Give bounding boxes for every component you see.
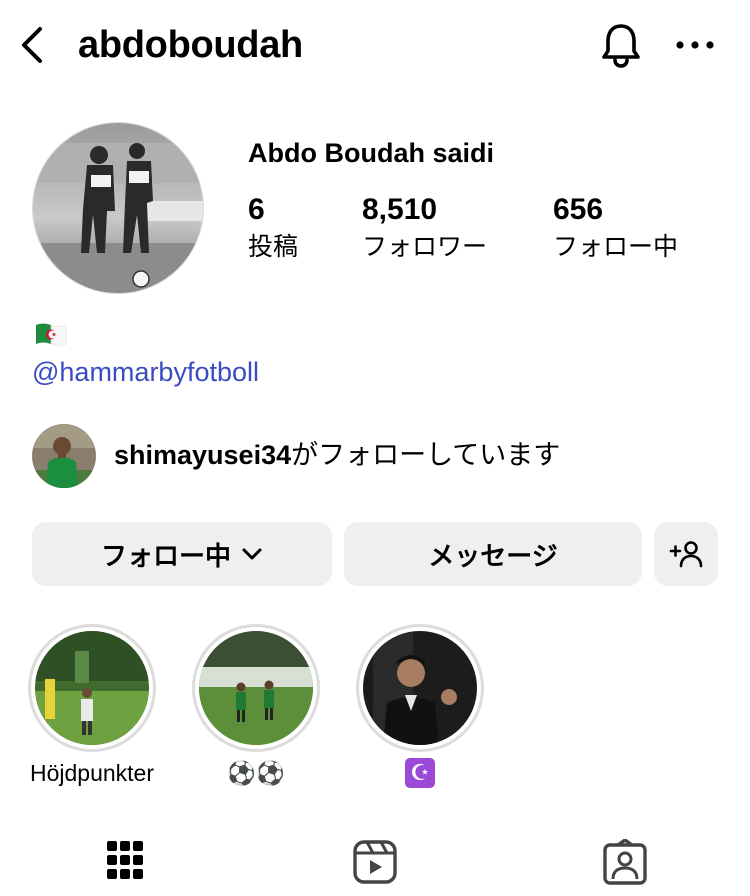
followers-count: 8,510 — [362, 193, 438, 226]
bell-icon — [602, 24, 640, 68]
mutual-follower-avatar[interactable] — [32, 424, 96, 488]
highlight-label: ⚽⚽ — [227, 760, 285, 786]
posts-label: 投稿 — [248, 233, 299, 261]
highlight-ring — [192, 624, 320, 752]
tab-reels[interactable] — [345, 832, 405, 892]
profile-avatar[interactable] — [32, 122, 204, 294]
chevron-down-icon — [242, 548, 262, 560]
mutual-follower-text[interactable]: shimayusei34がフォローしています — [114, 437, 560, 473]
tab-tagged[interactable] — [595, 832, 655, 892]
highlight-thumbnail — [35, 631, 149, 745]
following-label: フォロー中 — [553, 233, 679, 261]
following-dropdown-button[interactable]: フォロー中 — [32, 522, 332, 586]
highlight-thumbnail — [363, 631, 477, 745]
highlight-label: Höjdpunkter — [29, 760, 155, 786]
mutual-follower-username: shimayusei34 — [114, 440, 292, 470]
profile-full-name: Abdo Boudah saidi — [248, 138, 494, 168]
reels-icon — [353, 840, 397, 884]
tab-posts-grid[interactable] — [95, 832, 155, 892]
highlight-label: ☪ — [405, 758, 435, 788]
posts-stat[interactable]: 6 投稿 — [248, 192, 298, 264]
highlight-ring — [28, 624, 156, 752]
following-button-label: フォロー中 — [100, 540, 231, 571]
notifications-button[interactable] — [596, 20, 646, 70]
message-button-label: メッセージ — [428, 540, 558, 571]
following-stat[interactable]: 656 フォロー中 — [553, 192, 678, 264]
back-button[interactable] — [14, 24, 50, 66]
more-options-button[interactable] — [672, 24, 718, 66]
bio-mention-link[interactable]: @hammarbyfotboll — [32, 354, 259, 390]
chevron-left-icon — [22, 27, 42, 63]
more-horizontal-icon — [676, 41, 714, 49]
followers-stat[interactable]: 8,510 フォロワー — [362, 192, 487, 264]
tagged-person-icon — [603, 839, 647, 885]
suggested-users-button[interactable] — [654, 522, 718, 586]
add-user-icon — [669, 541, 703, 568]
profile-username: abdoboudah — [78, 24, 303, 66]
posts-count: 6 — [248, 193, 265, 226]
following-count: 656 — [553, 193, 604, 226]
highlight-ring — [356, 624, 484, 752]
highlight-item[interactable]: Höjdpunkter — [28, 624, 156, 786]
followers-label: フォロワー — [362, 233, 488, 261]
algeria-flag-icon — [36, 323, 67, 346]
grid-icon — [107, 841, 143, 879]
message-button[interactable]: メッセージ — [344, 522, 642, 586]
mutual-follower-caption: がフォローしています — [291, 440, 561, 470]
highlight-item[interactable]: ⚽⚽ — [192, 624, 320, 786]
highlight-item[interactable]: ☪ — [356, 624, 484, 788]
highlight-thumbnail — [199, 631, 313, 745]
top-bar: abdoboudah — [0, 0, 750, 90]
